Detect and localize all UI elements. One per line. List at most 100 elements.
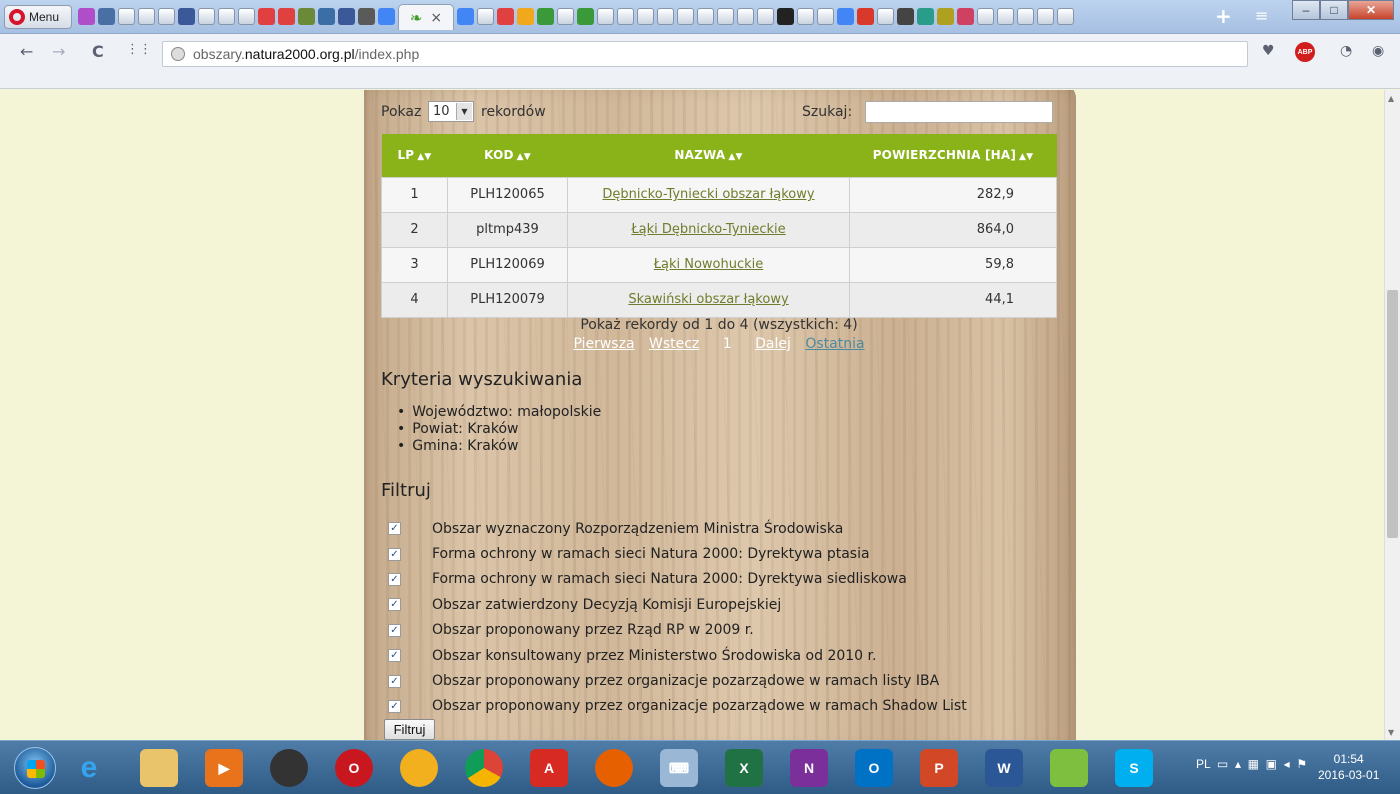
chrome-icon[interactable] <box>465 749 503 787</box>
address-field[interactable]: obszary.natura2000.org.pl/index.php <box>162 41 1248 67</box>
tab-favicon-icon[interactable] <box>597 8 614 25</box>
powerpoint-icon[interactable]: P <box>920 749 958 787</box>
minimize-icon[interactable]: – <box>1292 0 1320 20</box>
filter-checkbox[interactable]: ✓ <box>388 598 401 612</box>
extension-icon[interactable]: ◔ <box>1340 43 1352 59</box>
tab-favicon-icon[interactable] <box>178 8 195 25</box>
volume-icon[interactable]: ◂ <box>1284 757 1293 771</box>
tab-favicon-icon[interactable] <box>897 8 914 25</box>
filter-checkbox[interactable]: ✓ <box>388 522 401 536</box>
tab-favicon-icon[interactable] <box>457 8 474 25</box>
tab-favicon-icon[interactable] <box>757 8 774 25</box>
filter-checkbox[interactable]: ✓ <box>388 649 401 663</box>
tab-favicon-icon[interactable] <box>797 8 814 25</box>
column-header-area[interactable]: POWIERZCHNIA [HA] ▲▼ <box>849 134 1057 177</box>
tab-favicon-icon[interactable] <box>577 8 594 25</box>
tab-favicon-icon[interactable] <box>98 8 115 25</box>
maximize-icon[interactable]: □ <box>1320 0 1348 20</box>
tab-favicon-icon[interactable] <box>298 8 315 25</box>
tab-favicon-icon[interactable] <box>977 8 994 25</box>
flag-icon[interactable]: ⚑ <box>1296 757 1307 771</box>
adblock-icon[interactable]: ABP <box>1295 42 1315 62</box>
outlook-icon[interactable]: O <box>855 749 893 787</box>
tab-favicon-icon[interactable] <box>198 8 215 25</box>
clock[interactable]: 01:54 2016-03-01 <box>1318 751 1379 783</box>
onenote-icon[interactable]: N <box>790 749 828 787</box>
filter-checkbox[interactable]: ✓ <box>388 547 401 561</box>
tab-favicon-icon[interactable] <box>1017 8 1034 25</box>
reload-icon[interactable]: C <box>92 42 104 61</box>
tab-close-icon[interactable]: × <box>430 10 442 26</box>
network-icon[interactable]: ▦ <box>1248 757 1263 771</box>
close-icon[interactable]: ✕ <box>1348 0 1394 20</box>
keyboard-app-icon[interactable]: ⌨ <box>660 749 698 787</box>
filter-button[interactable]: Filtruj <box>384 719 435 740</box>
green-app-icon[interactable] <box>1050 749 1088 787</box>
file-explorer-icon[interactable] <box>140 749 178 787</box>
sun-app-icon[interactable] <box>400 749 438 787</box>
tab-favicon-icon[interactable] <box>737 8 754 25</box>
new-tab-icon[interactable]: + <box>1215 4 1232 28</box>
tab-favicon-icon[interactable] <box>517 8 534 25</box>
filter-checkbox[interactable]: ✓ <box>388 699 401 713</box>
tab-favicon-icon[interactable] <box>557 8 574 25</box>
tab-favicon-icon[interactable] <box>717 8 734 25</box>
tab-favicon-icon[interactable] <box>378 8 395 25</box>
start-button[interactable] <box>14 747 56 789</box>
filter-checkbox[interactable]: ✓ <box>388 623 401 637</box>
area-name-link[interactable]: Łąki Nowohuckie <box>654 257 764 272</box>
webcam-app-icon[interactable] <box>270 749 308 787</box>
tab-favicon-icon[interactable] <box>777 8 794 25</box>
pager-next-link[interactable]: Dalej <box>755 336 791 352</box>
filter-checkbox[interactable]: ✓ <box>388 674 401 688</box>
opera-taskbar-icon[interactable]: O <box>335 749 373 787</box>
scroll-up-icon[interactable]: ▲ <box>1388 94 1394 103</box>
tab-favicon-icon[interactable] <box>877 8 894 25</box>
tab-favicon-icon[interactable] <box>318 8 335 25</box>
tab-favicon-icon[interactable] <box>917 8 934 25</box>
tab-favicon-icon[interactable] <box>238 8 255 25</box>
tab-favicon-icon[interactable] <box>957 8 974 25</box>
tab-favicon-icon[interactable] <box>278 8 295 25</box>
tab-favicon-icon[interactable] <box>837 8 854 25</box>
tab-favicon-icon[interactable] <box>997 8 1014 25</box>
tab-favicon-icon[interactable] <box>697 8 714 25</box>
tray-arrow-icon[interactable]: ▴ <box>1235 757 1244 771</box>
area-name-link[interactable]: Dębnicko-Tyniecki obszar łąkowy <box>602 187 814 202</box>
filter-checkbox[interactable]: ✓ <box>388 572 401 586</box>
opera-menu-button[interactable]: Menu <box>4 5 72 29</box>
pager-first-link[interactable]: Pierwsza <box>573 336 634 352</box>
account-icon[interactable]: ◉ <box>1372 43 1384 59</box>
tab-favicon-icon[interactable] <box>118 8 135 25</box>
vertical-scrollbar[interactable]: ▲ ▼ <box>1384 90 1400 740</box>
skype-icon[interactable]: S <box>1115 749 1153 787</box>
tab-favicon-icon[interactable] <box>258 8 275 25</box>
tab-favicon-icon[interactable] <box>358 8 375 25</box>
word-icon[interactable]: W <box>985 749 1023 787</box>
tab-favicon-icon[interactable] <box>497 8 514 25</box>
tab-favicon-icon[interactable] <box>218 8 235 25</box>
active-tab[interactable]: ❧ × <box>398 4 454 30</box>
tab-favicon-icon[interactable] <box>637 8 654 25</box>
tab-menu-icon[interactable]: ≡ <box>1255 6 1268 25</box>
tab-favicon-icon[interactable] <box>158 8 175 25</box>
tab-favicon-icon[interactable] <box>78 8 95 25</box>
firefox-icon[interactable] <box>595 749 633 787</box>
tab-favicon-icon[interactable] <box>477 8 494 25</box>
page-size-select[interactable]: 10 ▼ <box>428 101 474 122</box>
tab-favicon-icon[interactable] <box>1057 8 1074 25</box>
tab-favicon-icon[interactable] <box>937 8 954 25</box>
tab-favicon-icon[interactable] <box>657 8 674 25</box>
tab-favicon-icon[interactable] <box>817 8 834 25</box>
tab-favicon-icon[interactable] <box>677 8 694 25</box>
forward-icon[interactable]: → <box>52 42 65 61</box>
language-indicator[interactable]: PL <box>1196 757 1210 771</box>
tab-favicon-icon[interactable] <box>138 8 155 25</box>
area-name-link[interactable]: Skawiński obszar łąkowy <box>628 292 788 307</box>
tab-favicon-icon[interactable] <box>537 8 554 25</box>
tab-favicon-icon[interactable] <box>857 8 874 25</box>
area-name-link[interactable]: Łąki Dębnicko-Tynieckie <box>631 222 785 237</box>
scroll-thumb[interactable] <box>1387 290 1398 538</box>
column-header-kod[interactable]: KOD ▲▼ <box>447 134 568 177</box>
heart-icon[interactable]: ♥ <box>1262 43 1275 59</box>
